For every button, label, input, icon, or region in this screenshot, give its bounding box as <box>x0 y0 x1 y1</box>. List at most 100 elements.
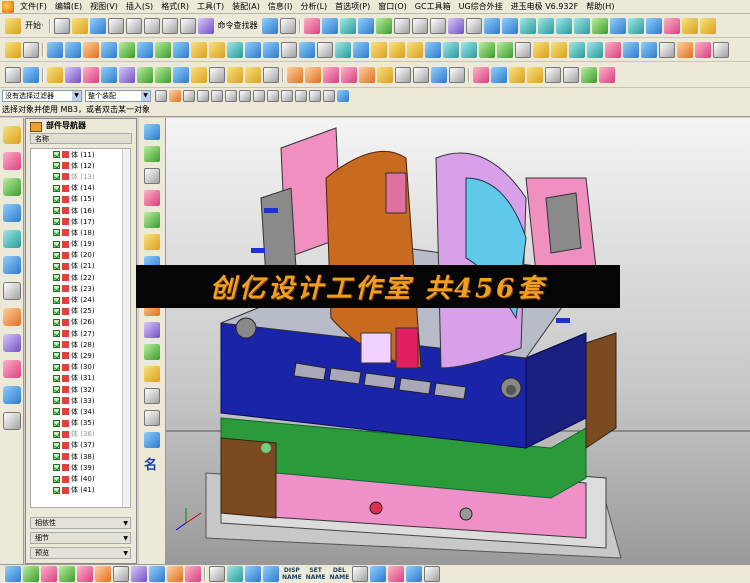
replace-face-icon[interactable] <box>173 41 189 58</box>
face-icon[interactable] <box>337 89 349 102</box>
tree-row-body[interactable]: 体 (13) <box>31 171 130 182</box>
wcs-icon[interactable] <box>483 17 500 34</box>
refresh-icon[interactable] <box>144 432 160 448</box>
wave-icon[interactable] <box>149 566 165 582</box>
tree-row-body[interactable]: 体 (26) <box>31 317 130 328</box>
tree-row-body[interactable]: 体 (18) <box>31 227 130 238</box>
visibility-checkbox[interactable] <box>53 352 60 360</box>
replace-icon[interactable] <box>144 322 160 338</box>
view-manager-icon[interactable] <box>545 66 561 83</box>
tangent-icon[interactable] <box>323 89 335 102</box>
visibility-checkbox[interactable] <box>53 475 60 483</box>
arc-icon[interactable] <box>551 41 567 58</box>
tree-row-body[interactable]: 体 (37) <box>31 440 130 451</box>
thicken-icon[interactable] <box>191 41 207 58</box>
standard-part-icon[interactable] <box>227 66 243 83</box>
delete-face-icon[interactable] <box>281 41 297 58</box>
snap-icon[interactable] <box>261 17 278 34</box>
tree-row-body[interactable]: 体 (35) <box>31 418 130 429</box>
pencil-icon[interactable] <box>406 566 423 582</box>
tree-row-body[interactable]: 体 (32) <box>31 384 130 395</box>
menu-item[interactable]: 插入(S) <box>122 0 157 14</box>
menu-item[interactable]: 帮助(H) <box>582 0 618 14</box>
tree-row-body[interactable]: 体 (29) <box>31 350 130 361</box>
endpoint-icon[interactable] <box>225 89 237 102</box>
snap-grid-icon[interactable] <box>5 566 21 582</box>
red-block-icon[interactable] <box>473 66 489 83</box>
manufacturing-wizard-icon[interactable] <box>3 334 21 352</box>
tree-row-body[interactable]: 体 (11) <box>31 149 130 160</box>
section-view-icon[interactable] <box>41 566 57 582</box>
visibility-checkbox[interactable] <box>53 318 60 326</box>
draft-icon[interactable] <box>227 41 243 58</box>
visibility-checkbox[interactable] <box>53 386 60 394</box>
parting-icon[interactable] <box>191 66 207 83</box>
center-icon[interactable] <box>253 89 265 102</box>
deselect-icon[interactable] <box>183 89 195 102</box>
mirror-body-icon[interactable] <box>144 190 160 206</box>
assembly-icon[interactable] <box>527 66 543 83</box>
rotate-icon[interactable] <box>339 17 356 34</box>
visibility-checkbox[interactable] <box>53 151 60 159</box>
history-icon[interactable] <box>3 256 21 274</box>
extract-geometry-icon[interactable] <box>144 212 160 228</box>
unite-icon[interactable] <box>681 17 698 34</box>
wireframe-icon[interactable] <box>393 17 410 34</box>
shrinkage-icon[interactable] <box>101 66 117 83</box>
offset-curve-icon[interactable] <box>623 41 639 58</box>
visibility-checkbox[interactable] <box>53 441 60 449</box>
drawing-icon[interactable] <box>449 66 465 83</box>
family-mold-icon[interactable] <box>155 66 171 83</box>
tree-row-body[interactable]: 体 (14) <box>31 183 130 194</box>
move-face-icon[interactable] <box>299 41 315 58</box>
copy-icon[interactable] <box>125 17 142 34</box>
point-on-curve-icon[interactable] <box>295 89 307 102</box>
menu-item[interactable]: 编辑(E) <box>51 0 86 14</box>
save-icon[interactable] <box>89 17 106 34</box>
tree-row-body[interactable]: 体 (31) <box>31 373 130 384</box>
command-finder-button[interactable]: 命令查找器 <box>218 20 258 31</box>
graphics-window[interactable] <box>166 118 750 564</box>
edge-blend-icon[interactable] <box>245 41 261 58</box>
extrude-icon[interactable] <box>519 17 536 34</box>
palette-icon[interactable] <box>3 412 21 430</box>
navigator-scrollbar[interactable] <box>122 149 130 507</box>
edit-object-icon[interactable] <box>131 566 147 582</box>
boss-icon[interactable] <box>627 17 644 34</box>
visibility-checkbox[interactable] <box>53 330 60 338</box>
menu-item[interactable]: 进玉电极 V6.932F <box>507 0 583 14</box>
scope-dropdown[interactable]: 整个装配 ▼ <box>85 89 151 102</box>
bounded-plane-icon[interactable] <box>407 41 423 58</box>
system-scene-icon[interactable] <box>3 386 21 404</box>
menu-item[interactable]: UG综合外挂 <box>455 0 507 14</box>
component-icon[interactable] <box>167 566 183 582</box>
menu-item[interactable]: 信息(I) <box>264 0 297 14</box>
pan-icon[interactable] <box>357 17 374 34</box>
name-tool-button[interactable]: DEL NAME <box>329 567 349 581</box>
process-studio-icon[interactable] <box>3 308 21 326</box>
ejector-post-icon[interactable] <box>263 66 279 83</box>
project-curve-icon[interactable] <box>587 41 603 58</box>
visibility-checkbox[interactable] <box>53 296 60 304</box>
workpiece-icon[interactable] <box>119 66 135 83</box>
shell-icon[interactable] <box>591 17 608 34</box>
delete-file-icon[interactable] <box>581 66 597 83</box>
reuse-library-icon[interactable] <box>3 204 21 222</box>
tree-row-body[interactable]: 体 (28) <box>31 339 130 350</box>
start-button[interactable]: 开始· <box>25 20 44 31</box>
name-tool-button[interactable]: DISP NAME <box>282 567 302 581</box>
assembly-navigator-icon[interactable] <box>3 126 21 144</box>
visibility-checkbox[interactable] <box>53 307 60 315</box>
project-init-icon[interactable] <box>65 66 81 83</box>
tree-row-body[interactable]: 体 (30) <box>31 362 130 373</box>
eye-icon[interactable] <box>370 566 387 582</box>
ruled-icon[interactable] <box>371 41 387 58</box>
constraint-navigator-icon[interactable] <box>3 152 21 170</box>
visibility-checkbox[interactable] <box>53 341 60 349</box>
tree-row-body[interactable]: 体 (36) <box>31 429 130 440</box>
system-materials-icon[interactable] <box>3 282 21 300</box>
pattern-icon[interactable] <box>645 17 662 34</box>
split-body-icon[interactable] <box>137 41 153 58</box>
tree-row-body[interactable]: 体 (16) <box>31 205 130 216</box>
existing-point-icon[interactable] <box>309 89 321 102</box>
